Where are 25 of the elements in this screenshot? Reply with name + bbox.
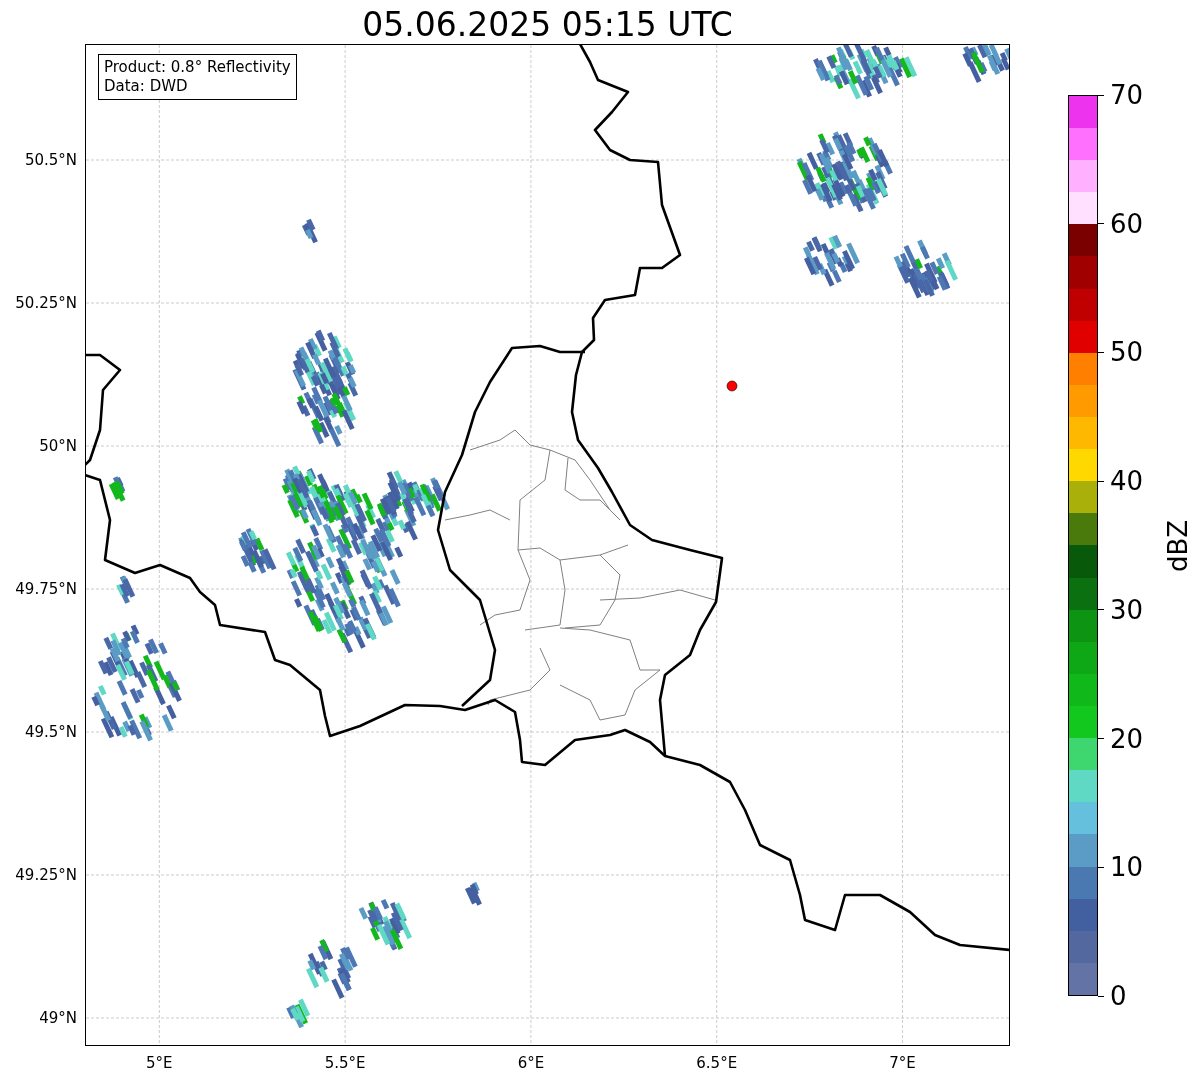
latitude-label: 49.25°N	[15, 866, 77, 884]
legend-text: Product: 0.8° Reflectivity	[104, 58, 291, 77]
colorbar-tick-label: 10	[1098, 854, 1144, 881]
latitude-label: 50°N	[39, 437, 77, 455]
longitude-label: 5.5°E	[324, 1054, 366, 1072]
colorbar-tick-label: 70	[1098, 82, 1144, 108]
colorbar-tick-label: 20	[1098, 725, 1144, 752]
colorbar-tick-label: 50	[1098, 339, 1144, 366]
colorbar-tick-label: 0	[1098, 983, 1127, 1009]
latitude-label: 49.75°N	[15, 580, 77, 598]
longitude-label: 6.5°E	[696, 1054, 738, 1072]
latitude-label: 50.5°N	[24, 151, 77, 169]
chart-title: 05.06.2025 05:15 UTC	[361, 4, 734, 44]
colorbar-tick-label: 40	[1098, 468, 1144, 495]
longitude-label: 5°E	[146, 1054, 173, 1072]
legend-text: Data: DWD	[104, 77, 189, 96]
latitude-label: 50.25°N	[15, 294, 77, 312]
latitude-label: 49.5°N	[24, 723, 77, 741]
location-marker	[726, 380, 738, 392]
longitude-label: 7°E	[889, 1054, 916, 1072]
longitude-label: 6°E	[517, 1054, 545, 1072]
colorbar-tick-label: 30	[1098, 596, 1144, 623]
colorbar-tick-label: 60	[1098, 210, 1144, 237]
latitude-label: 49°N	[39, 1009, 77, 1027]
colorbar-label: dBZ	[1163, 519, 1193, 572]
